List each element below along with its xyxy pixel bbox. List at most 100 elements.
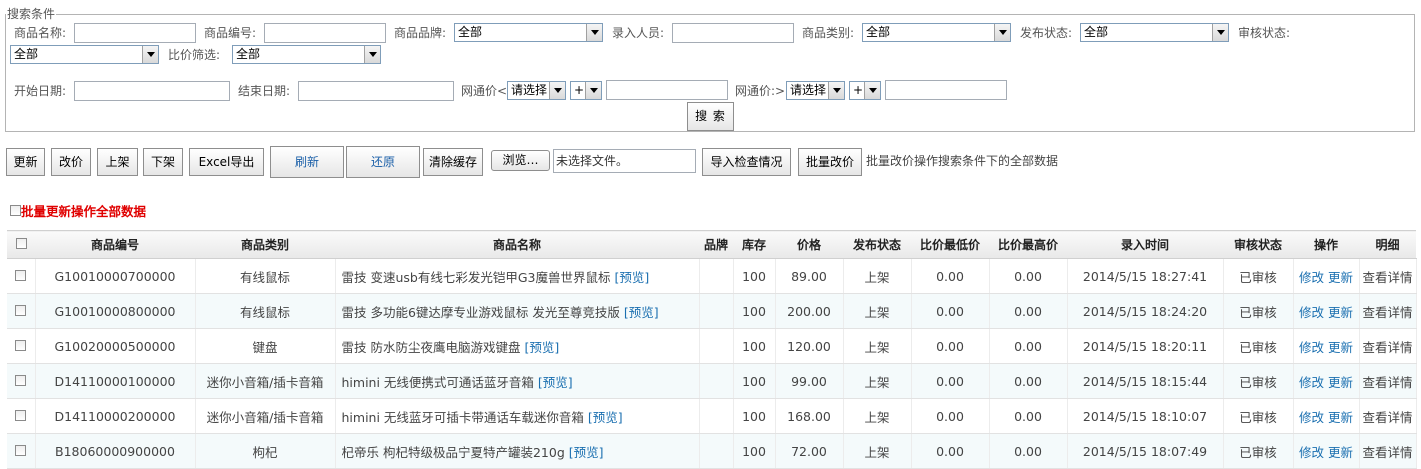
edit-link[interactable]: 修改: [1299, 410, 1324, 425]
edit-link[interactable]: 修改: [1299, 305, 1324, 320]
start-date-input[interactable]: [74, 81, 230, 101]
list-off-button[interactable]: 下架: [143, 148, 183, 176]
table-body: G10010000700000 有线鼠标 雷技 变速usb有线七彩发光铠甲G3魔兽世…: [7, 258, 1417, 469]
wtj-lt-input[interactable]: [606, 80, 728, 100]
update-link[interactable]: 更新: [1328, 305, 1353, 320]
change-price-button[interactable]: 改价: [51, 148, 91, 176]
import-check-button[interactable]: 导入检查情况: [702, 148, 791, 176]
search-button[interactable]: 搜 索: [687, 102, 734, 131]
update-button[interactable]: 更新: [6, 148, 45, 176]
detail-cell: 查看详情: [1359, 328, 1417, 364]
edit-link[interactable]: 修改: [1299, 375, 1324, 390]
preview-link[interactable]: [预览]: [614, 270, 649, 285]
wtj-gt-op-select[interactable]: +: [849, 81, 881, 100]
operation-cell: 修改 更新: [1293, 363, 1360, 399]
end-date-input[interactable]: [298, 81, 454, 101]
brand-select[interactable]: 全部: [454, 23, 603, 42]
min-cell: 0.00: [911, 258, 990, 294]
clear-cache-button[interactable]: 清除缓存: [423, 148, 483, 176]
table-row: G10010000800000 有线鼠标 雷技 多功能6键达摩专业游戏鼠标 发光至尊…: [7, 293, 1417, 329]
view-detail-link[interactable]: 查看详情: [1362, 410, 1412, 425]
header-cell: 发布状态: [843, 230, 911, 259]
excel-export-button[interactable]: Excel导出: [189, 148, 264, 176]
edit-link[interactable]: 修改: [1299, 445, 1324, 460]
compare-filter-label: 比价筛选:: [168, 48, 221, 62]
select-all-header: [7, 230, 35, 259]
wtj-gt-input[interactable]: [885, 80, 1007, 100]
view-detail-link[interactable]: 查看详情: [1362, 270, 1412, 285]
header-cell: 库存: [733, 230, 775, 259]
operation-cell: 修改 更新: [1293, 433, 1360, 469]
category-cell: 有线鼠标: [195, 258, 336, 294]
chevron-down-icon: [1212, 24, 1228, 41]
row-checkbox[interactable]: [15, 339, 27, 351]
detail-cell: 查看详情: [1359, 258, 1417, 294]
code-cell: G10020000500000: [35, 328, 196, 364]
batch-change-price-button[interactable]: 批量改价: [798, 148, 862, 176]
preview-link[interactable]: [预览]: [569, 445, 604, 460]
browse-button[interactable]: 浏览…: [491, 150, 550, 171]
row-checkbox[interactable]: [15, 304, 27, 316]
product-name-text: 雷技 多功能6键达摩专业游戏鼠标 发光至尊竞技版: [341, 304, 620, 320]
code-cell: G10010000800000: [35, 293, 196, 329]
row-select-cell: [7, 433, 36, 469]
audit-cell: 已审核: [1223, 328, 1294, 364]
operation-cell: 修改 更新: [1293, 293, 1360, 329]
product-name-label: 商品名称:: [14, 26, 67, 40]
update-link[interactable]: 更新: [1328, 445, 1353, 460]
chevron-down-icon: [586, 24, 602, 41]
view-detail-link[interactable]: 查看详情: [1362, 375, 1412, 390]
update-link[interactable]: 更新: [1328, 375, 1353, 390]
select-all-checkbox[interactable]: [15, 237, 27, 249]
preview-link[interactable]: [预览]: [624, 305, 659, 320]
code-cell: B18060000900000: [35, 433, 196, 469]
file-input-box[interactable]: [553, 149, 696, 173]
table-row: D14110000200000 迷你小音箱/插卡音箱 himini 无线蓝牙可插卡带…: [7, 398, 1417, 434]
row-checkbox[interactable]: [15, 409, 27, 421]
restore-button[interactable]: 还原: [346, 146, 420, 178]
category-cell: 键盘: [195, 328, 336, 364]
entry-user-input[interactable]: [672, 23, 794, 43]
row-select-cell: [7, 293, 36, 329]
product-code-input[interactable]: [264, 23, 386, 43]
wtj-lt-select[interactable]: 请选择: [507, 81, 566, 100]
publish-status-select[interactable]: 全部: [1080, 23, 1229, 42]
category-select[interactable]: 全部: [862, 23, 1011, 42]
edit-link[interactable]: 修改: [1299, 340, 1324, 355]
status-cell: 上架: [843, 433, 912, 469]
price-cell: 120.00: [775, 328, 844, 364]
compare-filter-select[interactable]: 全部: [232, 45, 381, 64]
brand-cell: [699, 328, 734, 364]
brand-cell: [699, 293, 734, 329]
price-cell: 72.00: [775, 433, 844, 469]
preview-link[interactable]: [预览]: [524, 340, 559, 355]
max-cell: 0.00: [989, 328, 1068, 364]
list-on-button[interactable]: 上架: [97, 148, 138, 176]
code-cell: G10010000700000: [35, 258, 196, 294]
status-cell: 上架: [843, 258, 912, 294]
row-checkbox[interactable]: [15, 269, 27, 281]
refresh-button[interactable]: 刷新: [270, 146, 344, 178]
wtj-gt-select[interactable]: 请选择: [786, 81, 845, 100]
row-checkbox[interactable]: [15, 444, 27, 456]
min-cell: 0.00: [911, 363, 990, 399]
update-link[interactable]: 更新: [1328, 270, 1353, 285]
preview-link[interactable]: [预览]: [538, 375, 573, 390]
product-name-text: himini 无线蓝牙可插卡带通话车载迷你音箱: [341, 409, 584, 425]
row-select-cell: [7, 363, 36, 399]
preview-link[interactable]: [预览]: [588, 410, 623, 425]
product-name-input[interactable]: [74, 23, 196, 43]
view-detail-link[interactable]: 查看详情: [1362, 305, 1412, 320]
update-link[interactable]: 更新: [1328, 340, 1353, 355]
category-cell: 迷你小音箱/插卡音箱: [195, 363, 336, 399]
update-link[interactable]: 更新: [1328, 410, 1353, 425]
row-checkbox[interactable]: [15, 374, 27, 386]
view-detail-link[interactable]: 查看详情: [1362, 445, 1412, 460]
edit-link[interactable]: 修改: [1299, 270, 1324, 285]
header-cell: 比价最高价: [989, 230, 1067, 259]
audit-status-select[interactable]: 全部: [10, 45, 159, 64]
batch-update-checkbox[interactable]: [10, 205, 21, 216]
wtj-lt-op-select[interactable]: +: [570, 81, 602, 100]
view-detail-link[interactable]: 查看详情: [1362, 340, 1412, 355]
entry-user-label: 录入人员:: [612, 26, 665, 40]
